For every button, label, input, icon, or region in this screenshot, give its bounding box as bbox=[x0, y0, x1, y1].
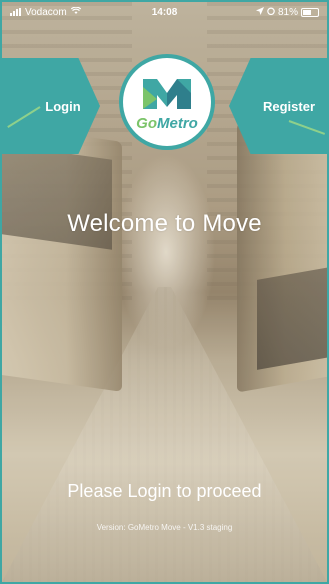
alarm-icon bbox=[267, 7, 275, 18]
gometro-logo-icon bbox=[143, 78, 191, 109]
signal-icon bbox=[10, 8, 21, 16]
logo-circle: GoMetro bbox=[123, 58, 211, 146]
login-label: Login bbox=[45, 98, 81, 114]
welcome-heading: Welcome to Move bbox=[67, 210, 262, 237]
battery-icon bbox=[301, 7, 319, 17]
register-label: Register bbox=[262, 98, 316, 114]
location-icon bbox=[255, 6, 264, 18]
version-label: Version: GoMetro Move - V1.3 staging bbox=[96, 523, 233, 532]
wifi-icon bbox=[70, 6, 81, 18]
status-bar: Vodacom 14:08 81% bbox=[2, 2, 327, 22]
login-prompt: Please Login to proceed bbox=[67, 481, 262, 501]
carrier-name: Vodacom bbox=[25, 6, 67, 18]
logo-wordmark: GoMetro bbox=[136, 114, 198, 132]
gometro-logo: GoMetro bbox=[119, 54, 215, 150]
app-screen: Vodacom 14:08 81% Login Register GoMetro… bbox=[0, 0, 329, 584]
battery-percent: 81% bbox=[277, 6, 298, 18]
